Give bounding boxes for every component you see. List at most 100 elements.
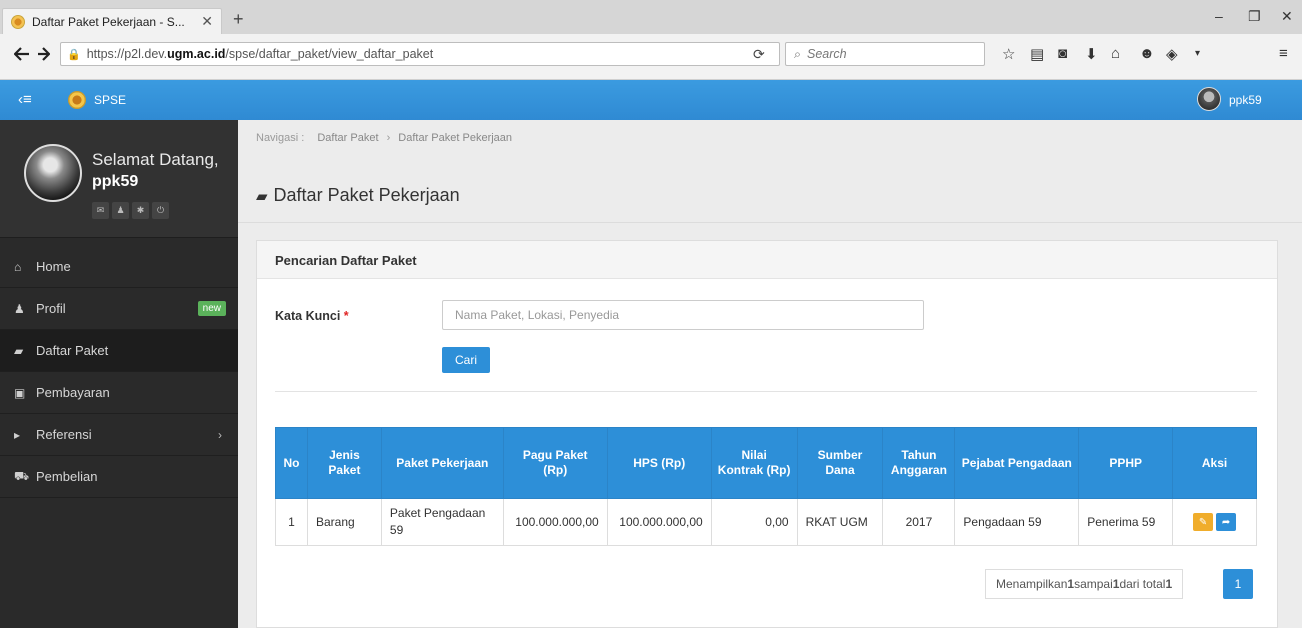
browser-tab[interactable]: Daftar Paket Pekerjaan - S... ✕ bbox=[2, 8, 222, 34]
column-header: Aksi bbox=[1172, 427, 1257, 499]
app-header: ‹≡ SPSE ppk59 bbox=[0, 80, 1302, 120]
cell-tahun: 2017 bbox=[882, 498, 956, 546]
bookmark-star-icon[interactable]: ☆ bbox=[1002, 45, 1015, 63]
column-header: Tahun Anggaran bbox=[882, 427, 956, 499]
back-button[interactable] bbox=[13, 47, 30, 65]
sidebar: Selamat Datang, ppk59 ✉ ♟ ✱ ⏻ ⌂ Home ♟ P… bbox=[0, 120, 238, 628]
cart-icon: ⛟ bbox=[14, 468, 30, 483]
user-icon: ♟ bbox=[14, 301, 25, 316]
secure-lock-icon: 🔒 bbox=[67, 48, 81, 61]
required-mark: * bbox=[343, 309, 349, 323]
paket-table: No Jenis Paket Paket Pekerjaan Pagu Pake… bbox=[275, 427, 1257, 546]
app-brand[interactable]: SPSE bbox=[94, 93, 126, 107]
column-header: No bbox=[275, 427, 308, 499]
cell-nilai: 0,00 bbox=[710, 498, 798, 546]
chat-icon[interactable]: ☻ bbox=[1139, 45, 1155, 62]
address-bar[interactable]: 🔒 https://p2l.dev.ugm.ac.id/spse/daftar_… bbox=[60, 42, 780, 66]
forward-arrow-icon bbox=[38, 47, 51, 61]
sidebar-item-label: Daftar Paket bbox=[36, 343, 109, 358]
cell-hps: 100.000.000,00 bbox=[606, 498, 712, 546]
column-header: Nilai Kontrak (Rp) bbox=[710, 427, 798, 499]
browser-search-input[interactable]: ⌕ Search bbox=[785, 42, 985, 66]
sidebar-item-pembayaran[interactable]: ▣ Pembayaran bbox=[0, 372, 238, 414]
window-minimize-button[interactable]: – bbox=[1215, 8, 1223, 24]
column-header: PPHP bbox=[1078, 427, 1174, 499]
sidebar-item-label: Pembelian bbox=[36, 469, 98, 484]
new-tab-button[interactable]: + bbox=[233, 9, 244, 30]
profile-username: ppk59 bbox=[92, 173, 139, 190]
breadcrumb-item-current: Daftar Paket Pekerjaan bbox=[398, 132, 513, 144]
home-icon: ⌂ bbox=[14, 259, 22, 274]
hamburger-menu-icon[interactable]: ≡ bbox=[1279, 45, 1288, 62]
column-header: HPS (Rp) bbox=[606, 427, 712, 499]
power-icon[interactable]: ⏻ bbox=[152, 202, 169, 219]
cell-no: 1 bbox=[275, 498, 308, 546]
panel-heading: Pencarian Daftar Paket bbox=[257, 241, 1277, 279]
download-icon[interactable]: ⬇ bbox=[1085, 45, 1098, 63]
breadcrumb-separator-icon: › bbox=[386, 132, 391, 144]
breadcrumb: Navigasi : Daftar Paket › Daftar Paket P… bbox=[256, 132, 512, 144]
pagination-page-1[interactable]: 1 bbox=[1223, 569, 1253, 599]
tab-close-icon[interactable]: ✕ bbox=[201, 13, 213, 30]
page-title-text: Daftar Paket Pekerjaan bbox=[273, 185, 460, 205]
column-header: Pejabat Pengadaan bbox=[954, 427, 1080, 499]
spse-logo-icon bbox=[68, 91, 86, 109]
table-row: 1 Barang Paket Pengadaan 59 100.000.000,… bbox=[275, 498, 1257, 546]
book-icon: ▰ bbox=[14, 343, 24, 358]
keyword-input[interactable] bbox=[442, 300, 924, 330]
column-header: Sumber Dana bbox=[796, 427, 884, 499]
sidebar-item-home[interactable]: ⌂ Home bbox=[0, 246, 238, 288]
welcome-text: Selamat Datang, bbox=[92, 150, 219, 169]
divider bbox=[238, 222, 1302, 223]
book-icon: ▰ bbox=[256, 187, 268, 205]
caret-right-icon: ▸ bbox=[14, 427, 21, 442]
column-header: Jenis Paket bbox=[306, 427, 382, 499]
pocket-icon[interactable]: ◙ bbox=[1058, 45, 1067, 62]
keyword-label: Kata Kunci * bbox=[275, 309, 349, 323]
sidebar-item-pembelian[interactable]: ⛟ Pembelian bbox=[0, 456, 238, 498]
home-browser-icon[interactable]: ⌂ bbox=[1111, 45, 1120, 62]
url-text: https://p2l.dev.ugm.ac.id/spse/daftar_pa… bbox=[86, 47, 434, 61]
gear-icon[interactable]: ✱ bbox=[132, 202, 149, 219]
sidebar-toggle-icon[interactable]: ‹≡ bbox=[18, 91, 32, 108]
main-content: Navigasi : Daftar Paket › Daftar Paket P… bbox=[238, 120, 1302, 628]
edit-button[interactable]: ✎ bbox=[1193, 513, 1214, 532]
page-title: ▰ Daftar Paket Pekerjaan bbox=[256, 185, 460, 206]
site-favicon-icon bbox=[11, 14, 25, 29]
tab-title: Daftar Paket Pekerjaan - S... bbox=[32, 14, 185, 29]
sidebar-item-label: Pembayaran bbox=[36, 385, 110, 400]
user-avatar[interactable] bbox=[1197, 87, 1221, 111]
forward-button[interactable] bbox=[38, 47, 51, 65]
mail-icon[interactable]: ✉ bbox=[92, 202, 109, 219]
sidebar-item-label: Home bbox=[36, 259, 71, 274]
sidebar-item-label: Profil bbox=[36, 301, 66, 316]
search-panel: Pencarian Daftar Paket Kata Kunci * Cari… bbox=[256, 240, 1278, 628]
sidebar-profile: Selamat Datang, ppk59 ✉ ♟ ✱ ⏻ bbox=[0, 120, 238, 238]
search-button[interactable]: Cari bbox=[442, 347, 490, 373]
reload-icon[interactable]: ⟳ bbox=[753, 46, 765, 63]
reading-list-icon[interactable]: ▤ bbox=[1030, 45, 1044, 63]
browser-navbar: 🔒 https://p2l.dev.ugm.ac.id/spse/daftar_… bbox=[0, 34, 1302, 80]
header-username[interactable]: ppk59 bbox=[1229, 93, 1262, 107]
breadcrumb-item-daftar-paket[interactable]: Daftar Paket bbox=[317, 132, 378, 144]
table-header-row: No Jenis Paket Paket Pekerjaan Pagu Pake… bbox=[275, 427, 1257, 499]
column-header: Pagu Paket (Rp) bbox=[502, 427, 608, 499]
sidebar-item-daftar-paket[interactable]: ▰ Daftar Paket bbox=[0, 330, 238, 372]
window-close-button[interactable]: ✕ bbox=[1281, 8, 1293, 25]
pagination-info: Menampilkan 1 sampai 1 dari total 1 bbox=[985, 569, 1184, 599]
cell-pagu: 100.000.000,00 bbox=[502, 498, 608, 546]
cell-pphp: Penerima 59 bbox=[1078, 498, 1174, 546]
new-badge: new bbox=[197, 301, 226, 316]
user-icon[interactable]: ♟ bbox=[112, 202, 129, 219]
chevron-right-icon: › bbox=[218, 427, 222, 442]
cell-aksi: ✎ ➦ bbox=[1172, 498, 1257, 546]
share-icon: ➦ bbox=[1221, 516, 1231, 528]
profile-actions: ✉ ♟ ✱ ⏻ bbox=[92, 202, 169, 219]
extension-menu-icon[interactable]: ▾ bbox=[1195, 48, 1200, 59]
share-button[interactable]: ➦ bbox=[1216, 513, 1237, 532]
extension-icon[interactable]: ◈ bbox=[1166, 45, 1178, 63]
window-maximize-button[interactable]: ❐ bbox=[1248, 8, 1261, 25]
search-icon: ⌕ bbox=[794, 46, 802, 61]
sidebar-item-profil[interactable]: ♟ Profil new bbox=[0, 288, 238, 330]
sidebar-item-referensi[interactable]: ▸ Referensi › bbox=[0, 414, 238, 456]
